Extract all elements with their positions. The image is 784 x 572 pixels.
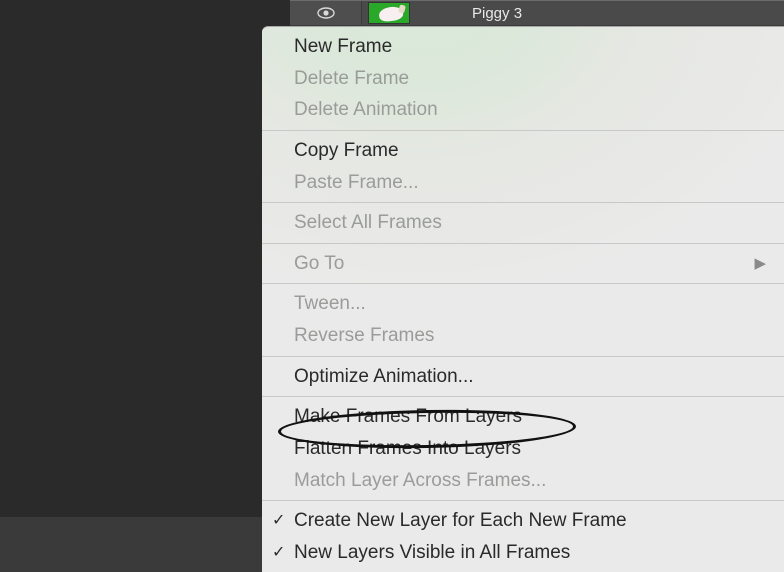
menu-new-layers-visible-all-frames-label: New Layers Visible in All Frames [294,540,570,566]
timeline-context-menu: New Frame Delete Frame Delete Animation … [262,26,784,572]
chevron-right-icon: ▶ [754,254,766,274]
layer-row[interactable]: Piggy 3 [290,0,784,26]
menu-make-frames-from-layers[interactable]: Make Frames From Layers [262,401,784,433]
menu-flatten-frames-into-layers[interactable]: Flatten Frames Into Layers [262,433,784,465]
layer-thumbnail [368,2,410,24]
menu-delete-frame: Delete Frame [262,63,784,95]
menu-go-to: Go To ▶ [262,248,784,280]
menu-optimize-animation[interactable]: Optimize Animation... [262,361,784,393]
menu-new-frame[interactable]: New Frame [262,31,784,63]
menu-create-new-layer-each-frame[interactable]: ✓ Create New Layer for Each New Frame [262,505,784,537]
menu-paste-frame: Paste Frame... [262,167,784,199]
workspace-status-bar [0,517,290,572]
menu-create-new-layer-each-frame-label: Create New Layer for Each New Frame [294,508,627,534]
menu-go-to-label: Go To [294,251,344,277]
menu-reverse-frames: Reverse Frames [262,320,784,352]
menu-tween: Tween... [262,288,784,320]
menu-select-all-frames: Select All Frames [262,207,784,239]
check-icon: ✓ [272,542,285,564]
workspace-area [0,0,290,572]
check-icon: ✓ [272,510,285,532]
menu-new-layers-visible-all-frames[interactable]: ✓ New Layers Visible in All Frames [262,537,784,569]
layer-name-label: Piggy 3 [472,5,522,22]
menu-copy-frame[interactable]: Copy Frame [262,135,784,167]
layer-visibility-toggle[interactable] [290,1,362,25]
eye-icon [317,7,335,19]
menu-match-layer-across-frames: Match Layer Across Frames... [262,465,784,497]
menu-delete-animation: Delete Animation [262,94,784,126]
